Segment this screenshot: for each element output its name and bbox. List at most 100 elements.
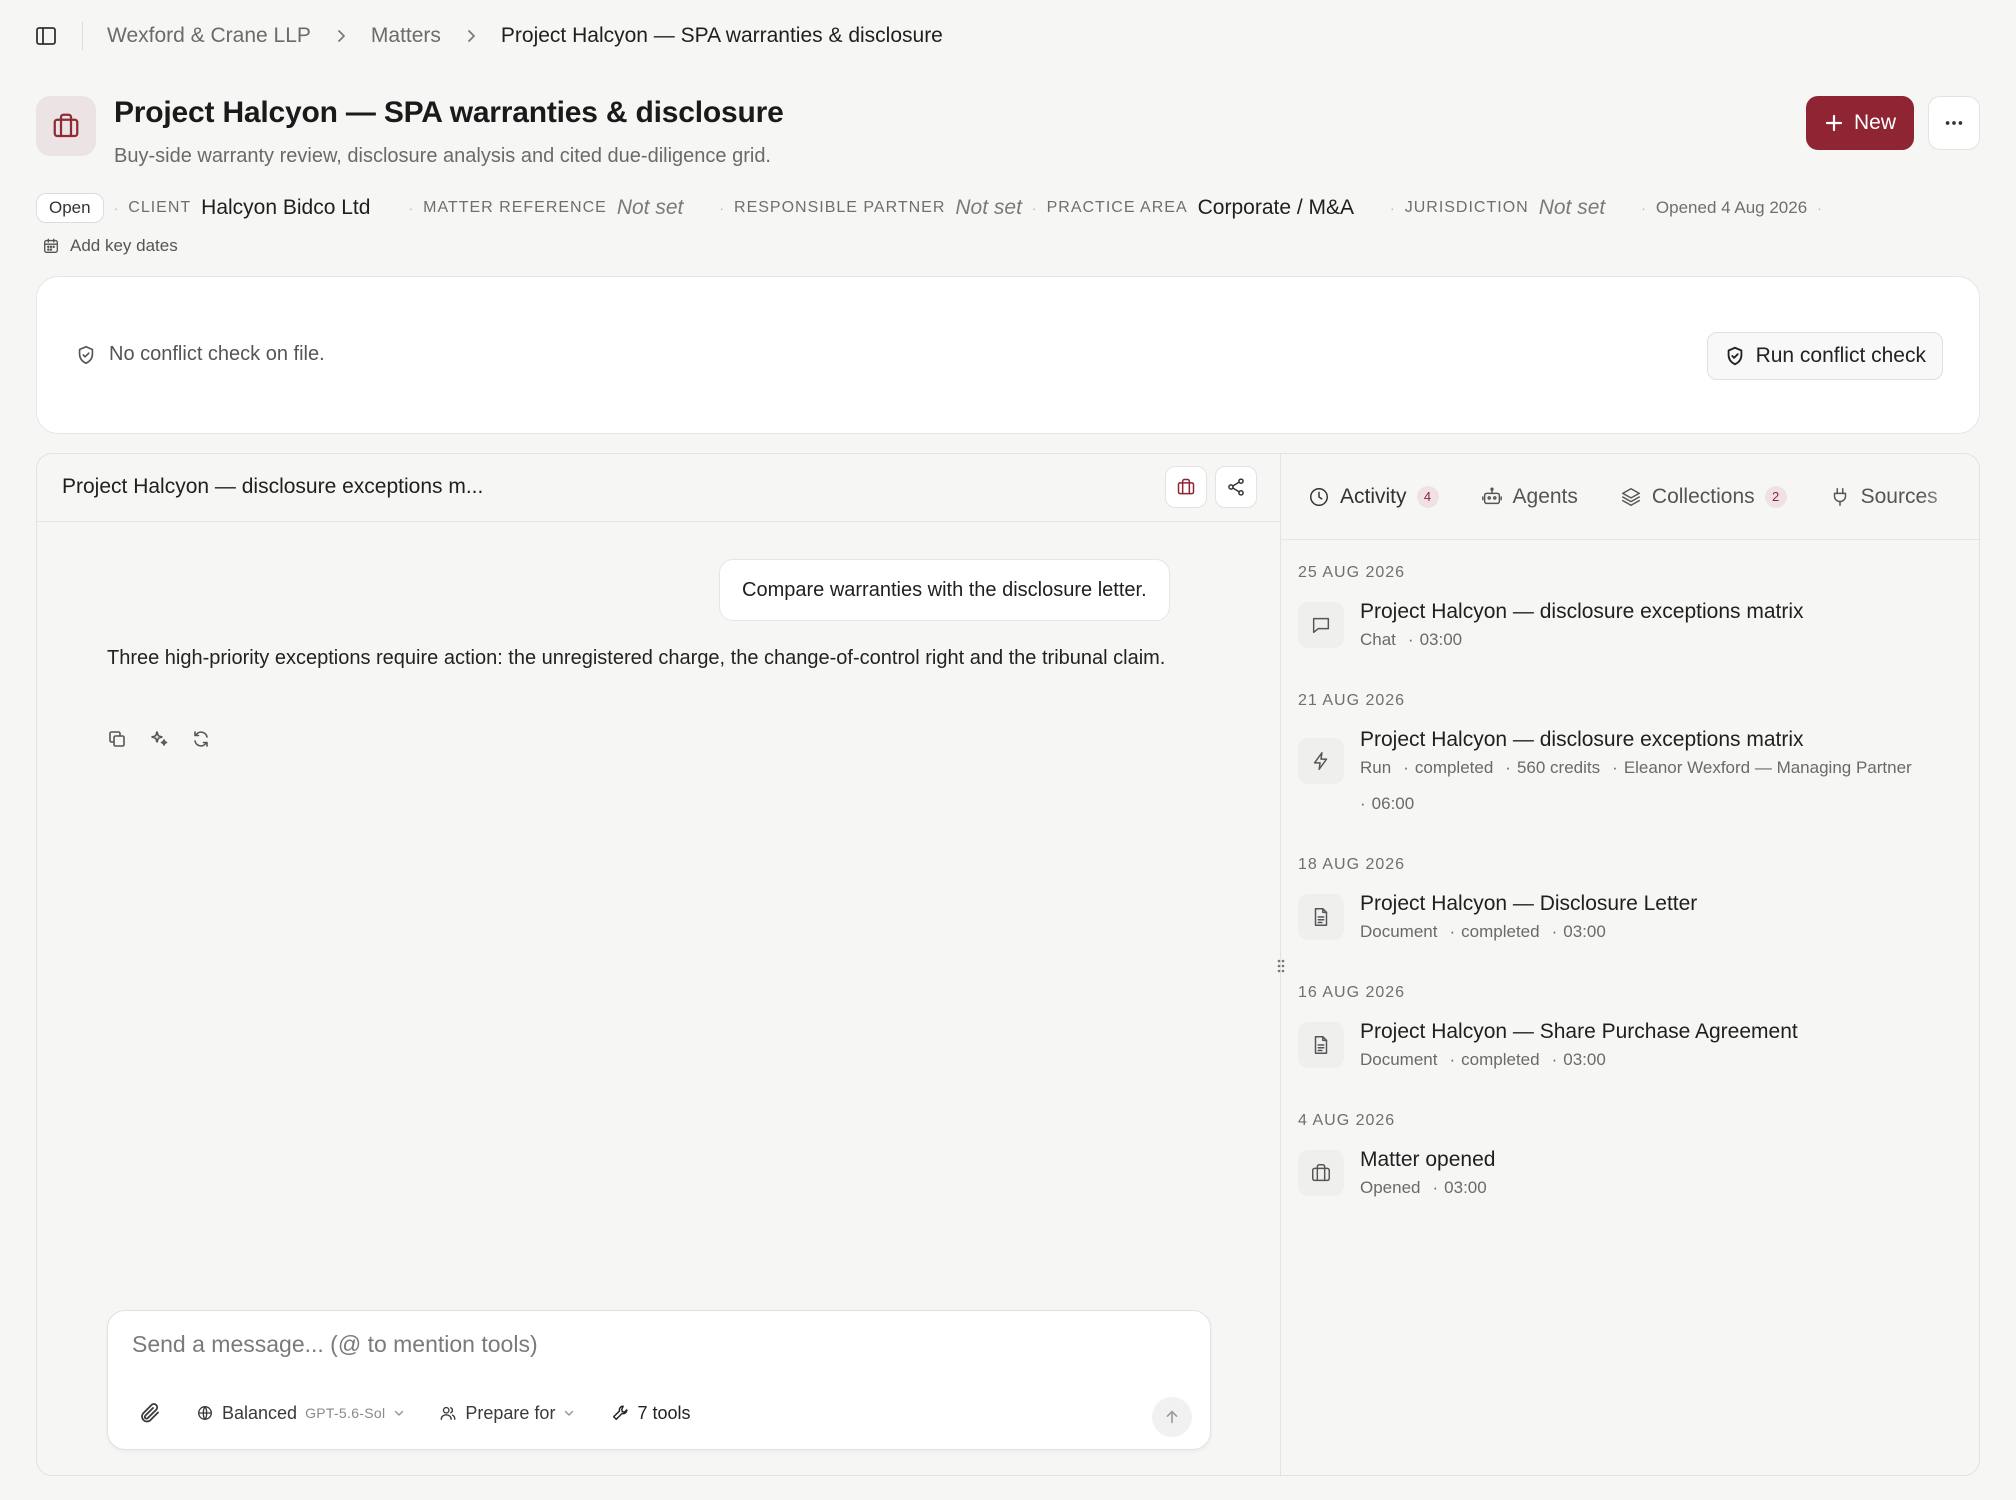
paperclip-icon [138, 1401, 162, 1425]
activity-date: 25 AUG 2026 [1298, 564, 1406, 581]
practice-value[interactable]: Corporate / M&A [1198, 196, 1354, 220]
activity-item[interactable]: Matter opened Opened · 03:00 [1298, 1146, 1963, 1206]
status-badge[interactable]: Open [36, 193, 104, 223]
briefcase-icon [1298, 1150, 1344, 1196]
plug-icon [1829, 486, 1851, 508]
matter-link-button[interactable] [1165, 466, 1207, 508]
matter-workspace: Project Halcyon — disclosure exceptions … [36, 453, 1980, 1476]
model-label: GPT-5.6-Sol [305, 1405, 386, 1421]
wrench-icon [611, 1404, 629, 1422]
arrow-up-icon [1163, 1408, 1181, 1426]
activity-date: 21 AUG 2026 [1298, 692, 1406, 709]
new-button-label: New [1853, 111, 1896, 134]
share-icon [1226, 477, 1246, 497]
copy-icon[interactable] [107, 729, 127, 749]
side-tabs: Activity 4 Agents Collections 2 Sources [1282, 454, 1979, 540]
activity-item[interactable]: Project Halcyon — disclosure exceptions … [1298, 598, 1963, 658]
sparkles-icon[interactable] [149, 729, 169, 749]
partner-value[interactable]: Not set [955, 196, 1022, 220]
activity-meta: Document · completed · 03:00 [1360, 922, 1606, 941]
chevron-down-icon [393, 1407, 405, 1419]
practice-label: PRACTICE AREA [1046, 199, 1188, 216]
breadcrumb-divider [82, 22, 83, 50]
more-options-button[interactable] [1928, 96, 1980, 150]
chat-header: Project Halcyon — disclosure exceptions … [37, 454, 1280, 522]
bolt-icon [1298, 738, 1344, 784]
mode-label: Balanced [222, 1402, 298, 1423]
briefcase-icon [1176, 477, 1196, 497]
sidebar-toggle-icon[interactable] [34, 24, 58, 48]
prepare-for-label: Prepare for [465, 1402, 556, 1423]
activity-date: 16 AUG 2026 [1298, 984, 1406, 1001]
new-button[interactable]: New [1806, 96, 1914, 150]
chevron-down-icon [563, 1407, 575, 1419]
plus-icon [1824, 113, 1844, 133]
side-pane: Activity 4 Agents Collections 2 Sources … [1282, 454, 1979, 1475]
breadcrumb-current: Project Halcyon — SPA warranties & discl… [500, 24, 943, 47]
layers-icon [1620, 486, 1642, 508]
tab-activity-count: 4 [1416, 485, 1439, 508]
reference-value[interactable]: Not set [617, 196, 684, 220]
clock-icon [1308, 486, 1330, 508]
chat-icon [1298, 602, 1344, 648]
ellipsis-icon [1943, 112, 1965, 134]
conflict-check-card: No conflict check on file. Run conflict … [36, 276, 1980, 434]
refresh-icon[interactable] [191, 729, 211, 749]
tab-collections-count: 2 [1764, 485, 1787, 508]
reference-label: MATTER REFERENCE [423, 199, 607, 216]
composer-toolbar: Balanced GPT-5.6-Sol Prepare for 7 tools [138, 1401, 690, 1425]
activity-meta: Chat · 03:00 [1360, 630, 1463, 649]
run-conflict-check-label: Run conflict check [1755, 344, 1926, 367]
prepare-for-selector[interactable]: Prepare for [439, 1403, 575, 1424]
chevron-right-icon [333, 28, 349, 44]
assistant-message: Three high-priority exceptions require a… [107, 647, 1166, 669]
conflict-status: No conflict check on file. [75, 343, 325, 366]
globe-icon [196, 1404, 214, 1422]
tab-agents-label: Agents [1512, 484, 1578, 508]
chat-pane: Project Halcyon — disclosure exceptions … [37, 454, 1281, 1475]
tab-collections-label: Collections [1651, 484, 1755, 508]
robot-icon [1481, 486, 1503, 508]
shield-icon [75, 344, 97, 366]
jurisdiction-label: JURISDICTION [1404, 199, 1529, 216]
message-input[interactable] [132, 1331, 1132, 1358]
chat-title[interactable]: Project Halcyon — disclosure exceptions … [62, 475, 483, 499]
breadcrumb-firm[interactable]: Wexford & Crane LLP [107, 24, 311, 48]
opened-date: Opened 4 Aug 2026 [1655, 198, 1808, 217]
add-key-dates-label: Add key dates [70, 236, 178, 255]
tools-label: 7 tools [637, 1402, 691, 1423]
partner-label: RESPONSIBLE PARTNER [734, 199, 946, 216]
activity-feed: 25 AUG 2026 Project Halcyon — disclosure… [1298, 564, 1963, 1206]
activity-item[interactable]: Project Halcyon — disclosure exceptions … [1298, 726, 1963, 822]
jurisdiction-value[interactable]: Not set [1539, 196, 1606, 220]
client-value[interactable]: Halcyon Bidco Ltd [201, 196, 370, 220]
document-icon [1298, 1022, 1344, 1068]
model-selector[interactable]: Balanced GPT-5.6-Sol [196, 1403, 405, 1424]
tab-agents[interactable]: Agents [1481, 485, 1578, 509]
attach-button[interactable] [138, 1401, 162, 1425]
activity-item[interactable]: Project Halcyon — Share Purchase Agreeme… [1298, 1018, 1963, 1078]
send-button[interactable] [1152, 1397, 1192, 1437]
activity-meta: Run · completed · 560 credits · Eleanor Wexfor… [1360, 758, 1912, 813]
document-icon [1298, 894, 1344, 940]
conflict-message: No conflict check on file. [109, 343, 325, 365]
calendar-icon [42, 237, 60, 255]
users-icon [439, 1404, 457, 1422]
add-key-dates-button[interactable]: Add key dates [42, 236, 178, 256]
tab-activity-label: Activity [1340, 484, 1407, 508]
activity-meta: Document · completed · 03:00 [1360, 1050, 1606, 1069]
briefcase-icon [36, 96, 96, 156]
tab-activity[interactable]: Activity 4 [1308, 485, 1439, 509]
client-label: CLIENT [128, 199, 192, 216]
message-actions [107, 729, 211, 749]
breadcrumb-matters[interactable]: Matters [371, 24, 441, 48]
share-button[interactable] [1215, 466, 1257, 508]
activity-item[interactable]: Project Halcyon — Disclosure Letter Docu… [1298, 890, 1963, 950]
tab-collections[interactable]: Collections 2 [1620, 485, 1787, 509]
matter-meta-row: Open · CLIENT Halcyon Bidco Ltd · MATTER… [36, 192, 1832, 224]
tools-button[interactable]: 7 tools [611, 1403, 690, 1424]
run-conflict-check-button[interactable]: Run conflict check [1706, 332, 1943, 380]
page-subtitle: Buy-side warranty review, disclosure ana… [114, 145, 771, 167]
breadcrumb: Wexford & Crane LLP Matters Project Halc… [34, 20, 943, 52]
activity-date: 4 AUG 2026 [1298, 1112, 1396, 1129]
